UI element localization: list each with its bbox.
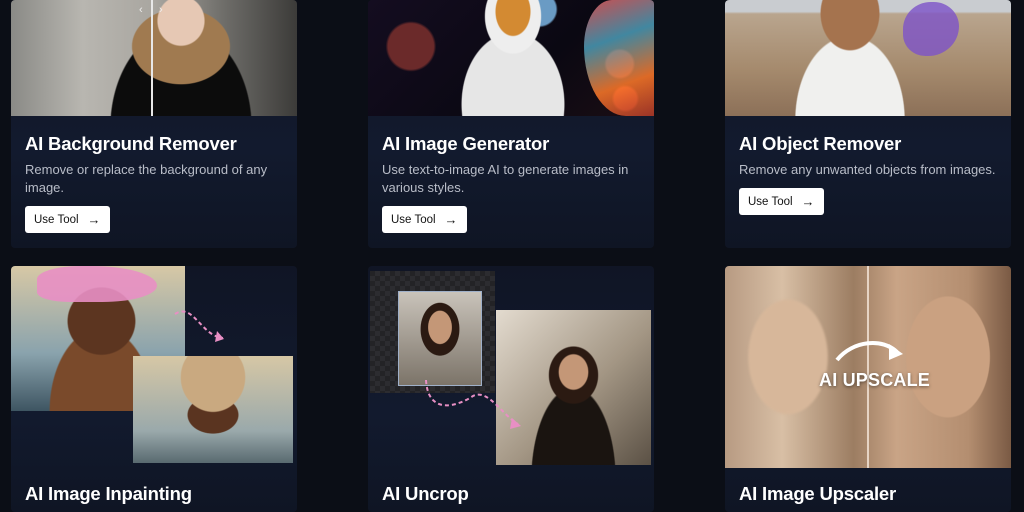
card-title: AI Background Remover	[25, 133, 237, 154]
tool-card-image-inpainting[interactable]: AI Image Inpainting	[11, 266, 297, 512]
arrow-right-icon: →	[444, 212, 458, 227]
background-remover-image: ‹ ›	[11, 0, 297, 116]
upscaler-image: AI UPSCALE	[725, 266, 1011, 468]
card-description: Remove or replace the background of any …	[25, 162, 268, 195]
crop-box	[398, 291, 482, 386]
image-generator-image	[368, 0, 654, 116]
use-tool-button[interactable]: Use Tool →	[25, 206, 110, 233]
object-remover-image	[725, 0, 1011, 116]
curved-arrow-icon	[425, 379, 521, 429]
card-description: Use text-to-image AI to generate images …	[382, 162, 629, 195]
tool-card-image-upscaler[interactable]: AI UPSCALE AI Image Upscaler	[725, 266, 1011, 512]
tool-card-uncrop[interactable]: AI Uncrop	[368, 266, 654, 512]
comparison-slider-handle[interactable]	[151, 0, 153, 116]
use-tool-button[interactable]: Use Tool →	[739, 188, 824, 215]
upscale-overlay-text: AI UPSCALE	[819, 370, 931, 390]
card-title: AI Object Remover	[739, 133, 902, 154]
tool-card-background-remover[interactable]: ‹ › AI Background Remover Remove or repl…	[11, 0, 297, 248]
curved-arrow-icon	[835, 340, 903, 362]
chevron-right-icon: ›	[159, 4, 163, 16]
arrow-right-icon: →	[801, 194, 815, 209]
use-tool-label: Use Tool	[391, 213, 436, 226]
tool-card-object-remover[interactable]: AI Object Remover Remove any unwanted ob…	[725, 0, 1011, 248]
uncrop-image	[368, 266, 654, 468]
curved-arrow-icon	[174, 310, 224, 342]
chevron-left-icon: ‹	[139, 4, 143, 16]
card-title: AI Image Inpainting	[25, 483, 192, 504]
card-title: AI Image Upscaler	[739, 483, 897, 504]
arrow-right-icon: →	[87, 212, 101, 227]
use-tool-button[interactable]: Use Tool →	[382, 206, 467, 233]
tool-card-image-generator[interactable]: AI Image Generator Use text-to-image AI …	[368, 0, 654, 248]
use-tool-label: Use Tool	[34, 213, 79, 226]
card-title: AI Uncrop	[382, 483, 469, 504]
card-title: AI Image Generator	[382, 133, 550, 154]
use-tool-label: Use Tool	[748, 195, 793, 208]
card-description: Remove any unwanted objects from images.	[739, 162, 996, 177]
inpainting-image	[11, 266, 297, 468]
